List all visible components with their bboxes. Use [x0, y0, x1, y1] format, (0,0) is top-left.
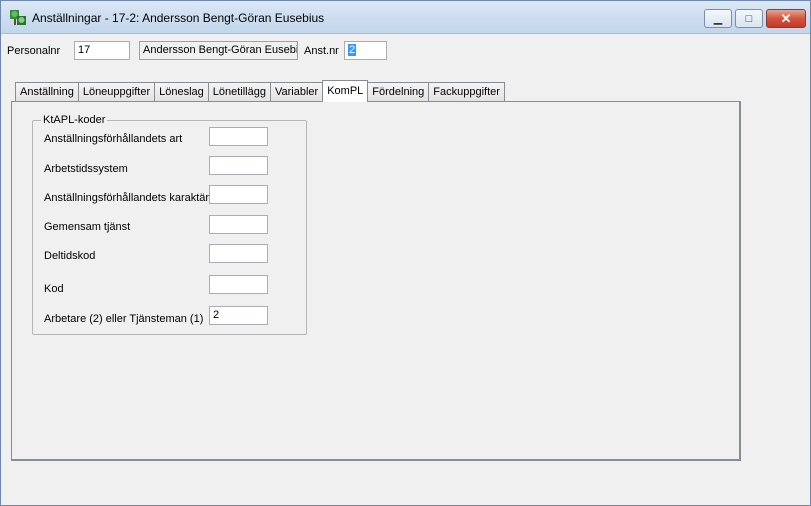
row-label: Gemensam tjänst	[44, 221, 131, 233]
app-window: Anställningar - 17-2: Andersson Bengt-Gö…	[0, 0, 811, 506]
employee-name-field: Andersson Bengt-Göran Eusebius	[139, 41, 298, 60]
tab-loneslag[interactable]: Löneslag	[154, 82, 209, 102]
minimize-icon: ▁	[713, 13, 723, 25]
anstnr-field[interactable]: 2	[344, 41, 387, 60]
personalnr-label: Personalnr	[7, 45, 61, 57]
employee-header: Personalnr 17 Andersson Bengt-Göran Euse…	[1, 35, 810, 71]
row-label: Deltidskod	[44, 250, 96, 262]
kompl-panel: KtAPL-koder Anställningsförhållandets ar…	[11, 101, 741, 461]
ktapl-groupbox: KtAPL-koder Anställningsförhållandets ar…	[32, 114, 307, 335]
tab-lonetillagg[interactable]: Lönetillägg	[207, 82, 271, 102]
tab-loneuppgifter[interactable]: Löneuppgifter	[77, 82, 156, 102]
maximize-button[interactable]: □	[735, 9, 763, 28]
anstallningsforhallandets-art-field[interactable]	[209, 127, 268, 146]
row-label: Anställningsförhållandets karaktär	[44, 192, 210, 204]
app-tree-icon	[10, 10, 26, 25]
arbetstidssystem-field[interactable]	[209, 156, 268, 175]
anstnr-label: Anst.nr	[304, 45, 339, 57]
gemensam-tjanst-field[interactable]	[209, 215, 268, 234]
row-label: Arbetstidssystem	[44, 163, 128, 175]
tab-bar: Anställning Löneuppgifter Löneslag Lönet…	[15, 80, 505, 102]
row-label: Kod	[44, 283, 64, 295]
personalnr-field[interactable]: 17	[74, 41, 130, 60]
maximize-icon: □	[745, 12, 753, 25]
row-label: Anställningsförhållandets art	[44, 133, 183, 145]
minimize-button[interactable]: ▁	[704, 9, 732, 28]
anstallningsforhallandets-karaktar-field[interactable]	[209, 185, 268, 204]
tab-kompl[interactable]: KomPL	[322, 80, 369, 102]
close-button[interactable]: ✕	[766, 9, 806, 28]
window-title: Anställningar - 17-2: Andersson Bengt-Gö…	[32, 11, 325, 25]
group-title: KtAPL-koder	[41, 114, 108, 126]
tab-variabler[interactable]: Variabler	[269, 82, 324, 102]
deltidskod-field[interactable]	[209, 244, 268, 263]
tab-fackuppgifter[interactable]: Fackuppgifter	[428, 82, 505, 102]
tab-fordelning[interactable]: Fördelning	[367, 82, 430, 102]
kod-field[interactable]	[209, 275, 268, 294]
close-icon: ✕	[780, 10, 792, 26]
tab-anstallning[interactable]: Anställning	[15, 82, 79, 102]
row-label: Arbetare (2) eller Tjänsteman (1)	[44, 313, 204, 325]
arbetare-tjansteman-field[interactable]: 2	[209, 306, 268, 325]
title-bar: Anställningar - 17-2: Andersson Bengt-Gö…	[1, 1, 810, 34]
anstnr-value: 2	[348, 44, 357, 56]
